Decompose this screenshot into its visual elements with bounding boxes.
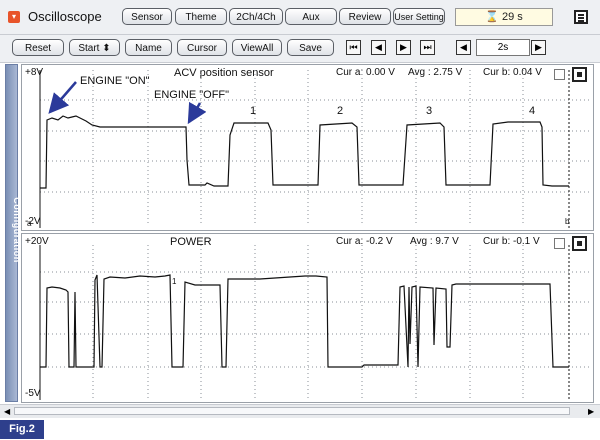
pulse-label-1: 1 bbox=[250, 105, 256, 117]
engine-off-arrow bbox=[187, 101, 207, 125]
scroll-right-icon[interactable]: ▶ bbox=[588, 405, 594, 418]
engine-on-annotation: ENGINE "ON" bbox=[80, 75, 150, 87]
ch1-grid bbox=[40, 70, 590, 225]
engine-on-arrow bbox=[48, 81, 77, 114]
horizontal-scrollbar[interactable]: ◀ ▶ bbox=[0, 404, 600, 418]
engine-off-annotation: ENGINE "OFF" bbox=[154, 89, 229, 101]
ch2-trace bbox=[40, 274, 569, 368]
scroll-left-icon[interactable]: ◀ bbox=[4, 405, 10, 418]
pulse-label-3: 3 bbox=[426, 105, 432, 117]
ch2-grid bbox=[40, 245, 590, 398]
pulse-label-2: 2 bbox=[337, 105, 343, 117]
scroll-thumb[interactable] bbox=[14, 407, 570, 415]
pulse-label-4: 4 bbox=[529, 105, 535, 117]
waveform-layer: ENGINE "ON" ENGINE "OFF" 1 2 3 4 bbox=[39, 70, 590, 400]
ch1-trace bbox=[40, 115, 569, 189]
figure-label: Fig.2 bbox=[0, 420, 44, 439]
